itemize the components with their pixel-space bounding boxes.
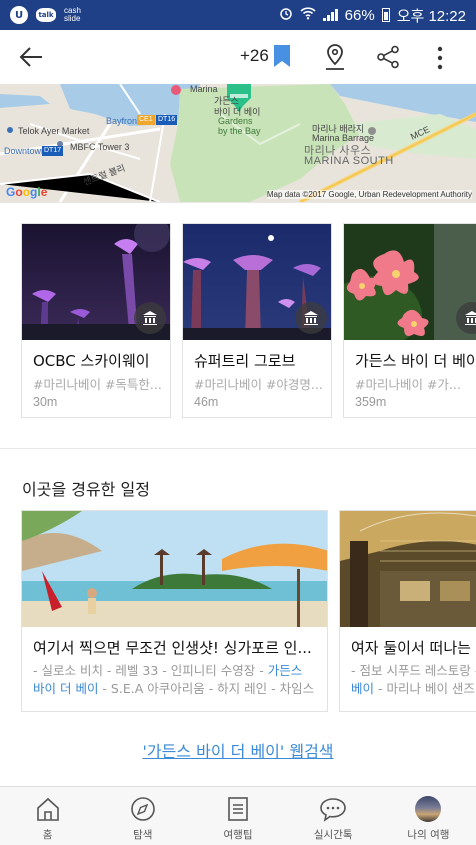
nearby-card-distance: 46m <box>194 395 219 409</box>
back-arrow-icon[interactable] <box>18 44 44 70</box>
nearby-card-title: OCBC 스카이웨이 <box>33 352 150 370</box>
nearby-card-title: 슈퍼트리 그로브 <box>194 352 296 370</box>
itinerary-card-title: 여자 둘이서 떠나는 싱가포르 <box>351 639 476 657</box>
nav-label: 탐색 <box>133 829 153 841</box>
chat-bubble-icon <box>319 795 347 823</box>
share-icon[interactable] <box>376 45 400 69</box>
web-search-link[interactable]: '가든스 바이 더 베이' 웹검색 <box>0 738 476 762</box>
mrt-dt16-badge: DT16 <box>156 115 178 125</box>
itinerary-card-route: - 점보 시푸드 레스토랑 - 베이 - 마리나 베이 샌즈 <box>351 663 476 696</box>
bookmark-icon[interactable] <box>274 45 290 67</box>
signal-icon <box>322 9 338 21</box>
alarm-icon <box>279 6 293 24</box>
document-icon <box>224 795 252 823</box>
mrt-dt17-badge: DT17 <box>42 146 64 156</box>
map-label-gardens-en1: Gardens <box>218 116 253 126</box>
cashslide-icon: cash slide <box>64 6 81 23</box>
home-icon <box>34 795 62 823</box>
map-label-south-en: MARINA SOUTH <box>304 155 394 167</box>
divider <box>0 202 476 203</box>
more-options-icon[interactable] <box>436 45 444 71</box>
nav-label: 실시간톡 <box>313 829 353 841</box>
map-label-gardens-en2: by the Bay <box>218 126 261 136</box>
landmark-icon <box>134 302 166 334</box>
nav-label: 홈 <box>42 829 53 841</box>
itinerary-card-photo <box>22 511 327 627</box>
nav-travel-tips[interactable]: 여행팁 <box>190 787 285 845</box>
battery-text: 66% <box>344 6 375 24</box>
nav-label: 여행팁 <box>223 829 253 841</box>
google-logo: Google <box>6 185 48 199</box>
nav-my-trips[interactable]: 나의 여행 <box>381 787 476 845</box>
map-label-mbfc: MBFC Tower 3 <box>70 142 130 152</box>
itinerary-card-photo <box>340 511 476 627</box>
nearby-card-supertree-grove[interactable]: 슈퍼트리 그로브 #마리나베이 #야경명... 46m <box>182 223 332 418</box>
wifi-icon <box>300 6 316 24</box>
clock: 오후 12:22 <box>396 7 466 25</box>
map-attribution: Map data ©2017 Google, Urban Redevelopme… <box>266 190 472 199</box>
nearby-card-gardens-by-the-bay[interactable]: 가든스 바이 더 베이 #마리나베이 #가... 359m <box>343 223 476 418</box>
nearby-card-distance: 30m <box>33 395 58 409</box>
compass-icon <box>129 795 157 823</box>
nearby-card-tags: #마리나베이 #독특한... <box>33 377 162 392</box>
nav-home[interactable]: 홈 <box>0 787 95 845</box>
talk-notification-icon: talk <box>36 8 56 22</box>
nav-label: 나의 여행 <box>407 829 450 841</box>
itinerary-card[interactable]: 여자 둘이서 떠나는 싱가포르 - 점보 시푸드 레스토랑 - 베이 - 마리나… <box>339 510 476 712</box>
bookmark-count: +26 <box>240 46 269 65</box>
nav-live-talk[interactable]: 실시간톡 <box>286 787 381 845</box>
itinerary-card[interactable]: 여기서 찍으면 무조건 인생샷! 싱가포르 인... - 실로소 비치 - 레벨… <box>21 510 328 712</box>
itinerary-card-title: 여기서 찍으면 무조건 인생샷! 싱가포르 인... <box>33 639 312 657</box>
nearby-card-ocbc-skyway[interactable]: OCBC 스카이웨이 #마리나베이 #독특한... 30m <box>21 223 171 418</box>
map-label-marina: Marina <box>190 84 218 94</box>
bottom-navigation: 홈 탐색 여행팁 실시간톡 나의 여행 <box>0 786 476 845</box>
nav-explore[interactable]: 탐색 <box>95 787 190 845</box>
map-label-downtown: Downtown <box>4 146 47 156</box>
section-title-itineraries: 이곳을 경유한 일정 <box>22 480 150 499</box>
divider <box>0 448 476 449</box>
nearby-card-distance: 359m <box>355 395 387 409</box>
map-label-bayfront: Bayfront <box>106 116 140 126</box>
map-pin-icon[interactable] <box>324 43 346 71</box>
nearby-card-title: 가든스 바이 더 베이 <box>355 352 476 370</box>
landmark-icon <box>295 302 327 334</box>
map-label-telok-ayer: Telok Ayer Market <box>18 126 90 136</box>
nearby-card-tags: #마리나베이 #야경명... <box>194 377 323 392</box>
itinerary-card-route: - 실로소 비치 - 레벨 33 - 인피니티 수영장 - 가든스 바이 더 베… <box>33 663 315 696</box>
avatar <box>415 796 442 822</box>
battery-icon <box>381 8 390 22</box>
top-toolbar: +26 <box>0 30 476 84</box>
nearby-card-tags: #마리나베이 #가... <box>355 377 461 392</box>
status-bar: U talk cash slide 66% 오후 12:22 <box>0 0 476 30</box>
app-notification-icon: U <box>10 6 28 24</box>
mrt-ce1-badge: CE1 <box>137 115 155 125</box>
location-map[interactable]: Marina 가든스 바이 더 베이 Gardens by the Bay Te… <box>0 84 476 202</box>
